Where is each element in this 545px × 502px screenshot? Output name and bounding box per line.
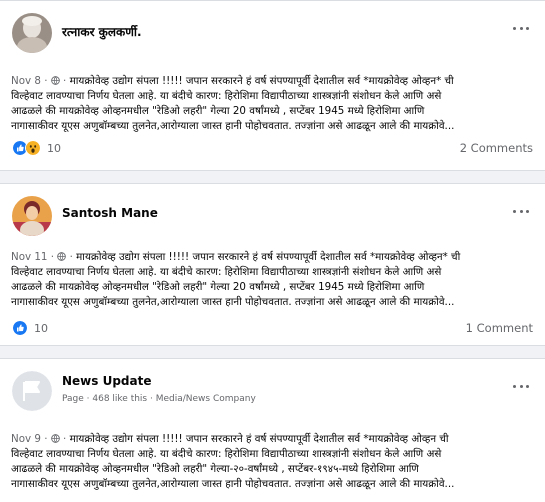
more-options-icon[interactable] [513, 383, 529, 389]
post-text: Nov 8 · · मायक्रोवेव्ह उद्योग संपला !!!!… [11, 74, 533, 134]
reaction-count[interactable]: 10 [34, 322, 48, 335]
globe-icon [50, 434, 60, 443]
like-icon [12, 320, 28, 336]
post-stats: 10 2 Comments [12, 138, 533, 158]
author-avatar[interactable] [12, 196, 52, 236]
page-avatar[interactable] [12, 371, 52, 411]
post-date[interactable]: Nov 11 [11, 251, 47, 263]
post-text: Nov 11 · · मायक्रोवेव्ह उद्योग संपला !!!… [11, 250, 533, 310]
more-options-icon[interactable] [513, 208, 529, 214]
reaction-count[interactable]: 10 [47, 142, 61, 155]
post-card: रत्नाकर कुलकर्णी. Nov 8 · · मायक्रोवेव्ह… [0, 0, 545, 171]
post-line: आढळले की मायक्रोवेव्ह ओव्हनमधील "रेडिओ ल… [11, 463, 419, 475]
comments-count[interactable]: 2 Comments [460, 141, 533, 155]
post-card: News Update Page · 468 like this · Media… [0, 358, 545, 502]
post-line: विल्हेवाट लावण्याचा निर्णय घेतला आहे. या… [11, 90, 442, 102]
author-name[interactable]: Santosh Mane [62, 206, 158, 220]
post-line: विल्हेवाट लावण्याचा निर्णय घेतला आहे. या… [11, 266, 442, 278]
post-line[interactable]: नागासाकीवर यूएस अणुबॉम्बच्या तुलनेत,आरोग… [11, 119, 533, 134]
post-card: Santosh Mane Nov 11 · · मायक्रोवेव्ह उद्… [0, 183, 545, 346]
post-line: मायक्रोवेव्ह उद्योग संपला !!!!! जपान सरक… [66, 75, 454, 87]
page-subtitle: Page · 468 like this · Media/News Compan… [62, 394, 256, 404]
post-date[interactable]: Nov 8 [11, 75, 41, 87]
post-line[interactable]: नागासाकीवर यूएस अणुबॉम्बच्या तुलनेत,आरोग… [11, 295, 533, 310]
post-text: Nov 9 · · मायक्रोवेव्ह उद्योग संपला !!!!… [11, 432, 533, 492]
wow-icon [25, 140, 41, 156]
post-header: रत्नाकर कुलकर्णी. [12, 13, 533, 57]
post-line: आढळले की मायक्रोवेव्ह ओव्हनमधील "रेडिओ ल… [11, 105, 425, 117]
author-avatar[interactable] [12, 13, 52, 53]
reactions[interactable]: 10 [12, 140, 61, 156]
post-line[interactable]: नागासाकीवर यूएस अणुबॉम्बच्या तुलनेत,आरोग… [11, 477, 533, 492]
post-line: विल्हेवाट लावण्याचा निर्णय घेतला आहे. या… [11, 448, 442, 460]
post-header: Santosh Mane [12, 196, 533, 240]
post-date[interactable]: Nov 9 [11, 433, 41, 445]
post-header: News Update Page · 468 like this · Media… [12, 371, 533, 415]
post-line: मायक्रोवेव्ह उद्योग संपला !!!!! जपान सरक… [72, 251, 461, 263]
reactions[interactable]: 10 [12, 320, 48, 336]
globe-icon [50, 76, 60, 85]
more-options-icon[interactable] [513, 25, 529, 31]
post-line: मायक्रोवेव्ह उद्योग संपला !!!!! जपान सरक… [66, 433, 449, 445]
author-name[interactable]: रत्नाकर कुलकर्णी. [62, 23, 142, 40]
comments-count[interactable]: 1 Comment [466, 321, 533, 335]
globe-icon [57, 252, 67, 261]
post-stats: 10 1 Comment [12, 318, 533, 338]
author-name[interactable]: News Update [62, 374, 151, 388]
post-line: आढळले की मायक्रोवेव्ह ओव्हनमधील "रेडिओ ल… [11, 281, 425, 293]
